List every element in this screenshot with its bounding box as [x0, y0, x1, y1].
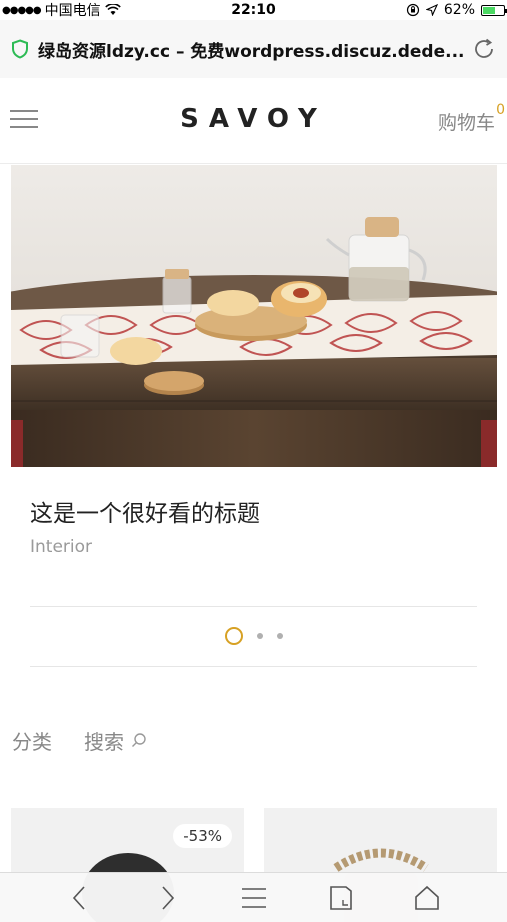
sale-badge: -53%: [173, 824, 232, 848]
carrier-info: ●●●●● 中国电信: [2, 0, 121, 20]
home-button[interactable]: [410, 881, 444, 915]
battery-icon: [481, 4, 507, 16]
reload-icon[interactable]: [471, 36, 497, 62]
browser-toolbar: [0, 872, 507, 922]
shield-icon: [12, 39, 28, 59]
category-filter-label: 分类: [12, 730, 52, 754]
location-icon: [425, 4, 438, 16]
search-toggle[interactable]: 搜索: [84, 726, 148, 755]
menu-icon: [242, 888, 266, 908]
hamburger-menu-icon[interactable]: [10, 108, 38, 130]
post-hero-image[interactable]: [11, 165, 497, 467]
cart-label: 购物车: [437, 112, 495, 134]
carrier-name: 中国电信: [44, 3, 101, 19]
menu-button[interactable]: [237, 881, 271, 915]
category-filter[interactable]: 分类: [12, 726, 52, 755]
cart-count: 0: [496, 102, 505, 118]
search-label: 搜索: [84, 730, 124, 754]
divider-top: [30, 606, 477, 607]
status-bar: ●●●●● 中国电信 22:10 62%: [0, 0, 507, 20]
url-text[interactable]: 绿岛资源ldzy.cc – 免费wordpress.discuz.dede...: [38, 37, 465, 62]
back-button[interactable]: [62, 881, 96, 915]
forward-button[interactable]: [151, 881, 185, 915]
forward-icon: [162, 886, 175, 910]
status-right: 62%: [406, 0, 507, 20]
slider-dot[interactable]: [256, 633, 263, 639]
search-icon: [132, 732, 146, 747]
rotation-lock-icon: [406, 3, 419, 17]
browser-url-bar[interactable]: 绿岛资源ldzy.cc – 免费wordpress.discuz.dede...: [0, 20, 507, 78]
back-icon: [72, 886, 85, 910]
divider-bottom: [30, 666, 477, 667]
hero-illustration: [11, 165, 497, 467]
post-category[interactable]: Interior: [30, 537, 92, 557]
home-icon: [415, 885, 439, 910]
wifi-icon: [104, 4, 121, 15]
battery-percent: 62%: [443, 2, 475, 18]
site-logo[interactable]: SAVOY: [0, 104, 507, 134]
site-header: SAVOY 购物车 0: [0, 78, 507, 164]
slider-dot[interactable]: [276, 633, 283, 639]
tabs-button[interactable]: [324, 881, 358, 915]
post-title[interactable]: 这是一个很好看的标题: [30, 494, 260, 528]
battery-fill: [483, 6, 495, 14]
signal-dots: ●●●●●: [2, 4, 42, 16]
slider-pagination: [0, 627, 507, 645]
tabs-icon: [330, 886, 352, 910]
slider-dot-active[interactable]: [224, 627, 243, 645]
shop-filter-bar: 分类 搜索: [12, 726, 148, 755]
cart-link[interactable]: 购物车 0: [437, 102, 505, 135]
